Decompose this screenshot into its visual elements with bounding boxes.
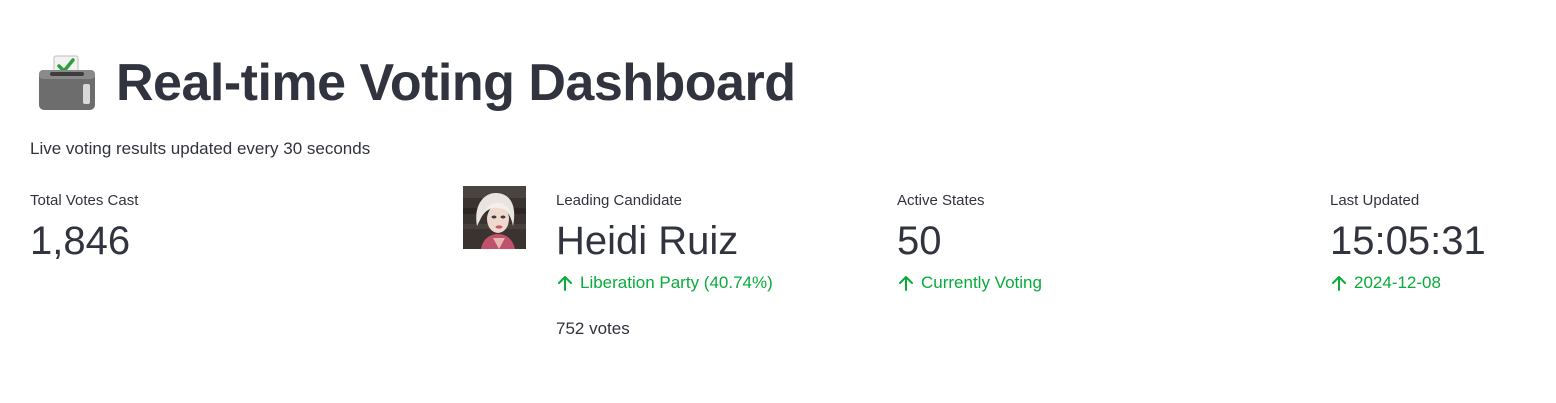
metric-last-updated: Last Updated 15:05:31 2024-12-08 (1330, 191, 1486, 293)
metric-delta-text: Currently Voting (921, 273, 1042, 292)
candidate-avatar (463, 186, 526, 249)
metric-delta: 2024-12-08 (1330, 273, 1486, 293)
metric-label: Total Votes Cast (30, 192, 139, 209)
ballot-box-icon (39, 55, 95, 110)
metric-value: 15:05:31 (1330, 219, 1486, 263)
metric-delta: Liberation Party (40.74%) (556, 273, 773, 293)
page-header: Real-time Voting Dashboard (36, 48, 796, 118)
page-title: Real-time Voting Dashboard (116, 54, 796, 112)
arrow-up-icon (558, 276, 572, 291)
votes-caption: 752 votes (556, 319, 630, 338)
arrow-up-icon (1332, 276, 1346, 291)
metric-leading-candidate: Leading Candidate Heidi Ruiz Liberation … (556, 191, 773, 339)
metric-delta-text: 2024-12-08 (1354, 273, 1441, 292)
metric-active-states: Active States 50 Currently Voting (897, 191, 1042, 293)
dashboard-page: Real-time Voting Dashboard Live voting r… (0, 0, 1556, 403)
arrow-up-icon (899, 276, 913, 291)
metric-delta-text: Liberation Party (40.74%) (580, 273, 773, 292)
metric-total-votes: Total Votes Cast 1,846 (30, 191, 138, 267)
metric-delta: Currently Voting (897, 273, 1042, 293)
metric-value: Heidi Ruiz (556, 219, 739, 263)
page-subtitle: Live voting results updated every 30 sec… (30, 139, 371, 158)
metric-value: 1,846 (30, 219, 131, 263)
metric-value: 50 (897, 219, 942, 263)
metric-label: Last Updated (1330, 192, 1420, 209)
metric-label: Active States (897, 192, 985, 209)
metric-label: Leading Candidate (556, 192, 682, 209)
